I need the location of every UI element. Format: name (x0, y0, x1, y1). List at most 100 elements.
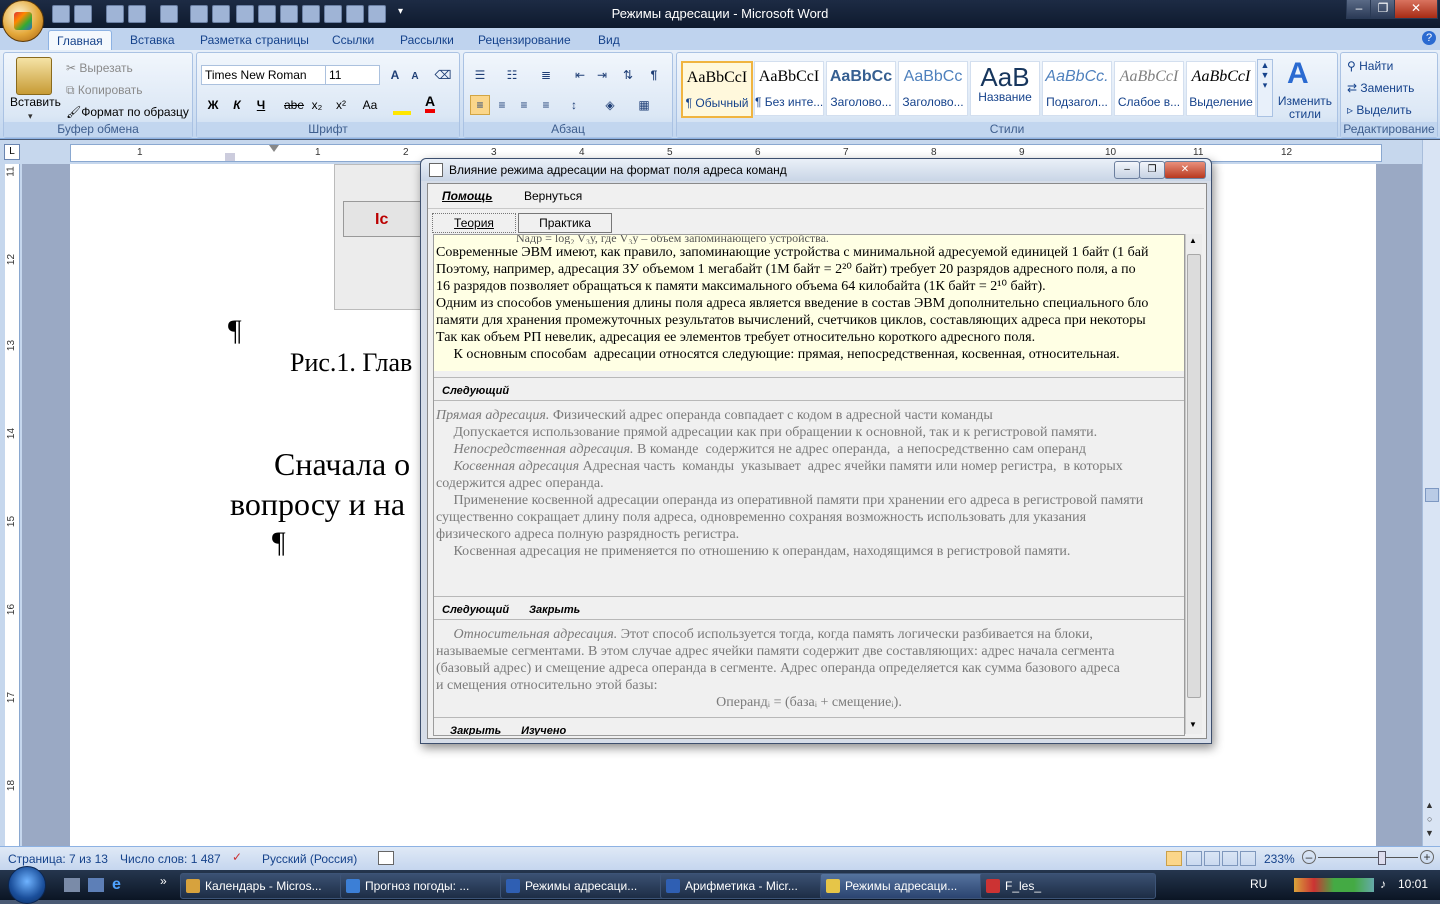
style-title[interactable]: AaB Название (970, 61, 1040, 116)
language-indicator[interactable]: Русский (Россия) (262, 852, 357, 866)
taskbar-item[interactable]: Прогноз погоды: ... (340, 873, 516, 899)
align-right-icon[interactable]: ≡ (514, 95, 534, 115)
zoom-slider-thumb[interactable] (1378, 851, 1386, 865)
taskbar-item[interactable]: F_les_ (980, 873, 1156, 899)
highlight-icon[interactable] (393, 97, 411, 115)
scroll-up-icon[interactable]: ▲ (1189, 236, 1197, 245)
style-emphasis[interactable]: AaBbCcI Выделение (1186, 61, 1256, 116)
taskbar-item-active[interactable]: Режимы адресаци... (820, 873, 996, 899)
font-size-combo[interactable]: 11 (325, 65, 380, 85)
prev-page-icon[interactable]: ▲ (1425, 800, 1434, 810)
qat-dropdown-icon[interactable]: ▾ (398, 6, 403, 17)
numbering-icon[interactable]: ☷ (502, 65, 522, 85)
tab-mailings[interactable]: Рассылки (392, 30, 462, 50)
borders-icon[interactable]: ▦ (634, 95, 654, 115)
symbol-icon[interactable] (160, 5, 178, 23)
abc-icon[interactable] (368, 5, 386, 23)
redo-icon[interactable] (106, 5, 124, 23)
tab-home[interactable]: Главная (48, 30, 112, 51)
grow-font-button[interactable]: A (385, 65, 405, 85)
taskbar-item[interactable]: Календарь - Micros... (180, 873, 356, 899)
tray-icons[interactable] (1294, 878, 1374, 892)
style-heading1[interactable]: AaBbCc Заголово... (826, 61, 896, 116)
underline-button[interactable]: Ч (251, 95, 271, 115)
picture-icon[interactable] (280, 5, 298, 23)
page-indicator[interactable]: Страница: 7 из 13 (8, 852, 108, 866)
close-link[interactable]: Закрыть (450, 723, 501, 735)
replace-button[interactable]: ⇄ Заменить (1347, 81, 1414, 95)
strikethrough-button[interactable]: abe (283, 95, 304, 115)
tab-practice[interactable]: Практика (518, 213, 612, 233)
undo-icon[interactable] (74, 5, 92, 23)
change-styles-button[interactable]: Изменить стили (1275, 95, 1335, 121)
dialog-close-button[interactable]: ✕ (1164, 161, 1206, 179)
menu-back[interactable]: Вернуться (524, 189, 582, 203)
left-indent-marker[interactable] (225, 153, 235, 161)
styles-scroll[interactable]: ▲ ▼ ▾ (1257, 59, 1273, 117)
content-scrollbar[interactable]: ▲ ▼ (1185, 234, 1202, 734)
dialog-minimize-button[interactable]: – (1114, 161, 1140, 179)
outline-icon[interactable] (1222, 851, 1238, 866)
pilcrow-button[interactable]: ¶ (644, 65, 664, 85)
zoom-out-icon[interactable]: – (1302, 850, 1316, 864)
close-button[interactable]: ✕ (1394, 0, 1438, 19)
format-icon[interactable] (128, 5, 146, 23)
web-layout-icon[interactable] (1204, 851, 1220, 866)
shape-icon[interactable] (236, 5, 254, 23)
tab-selector-icon[interactable]: L (4, 144, 20, 160)
paste-button[interactable]: Вставить (10, 95, 61, 109)
tab-review[interactable]: Рецензирование (470, 30, 579, 50)
align-icon[interactable] (258, 5, 276, 23)
italic-button[interactable]: К (227, 95, 247, 115)
find-button[interactable]: ⚲ Найти (1347, 59, 1393, 73)
full-screen-reading-icon[interactable] (1186, 851, 1202, 866)
subscript-button[interactable]: x₂ (307, 95, 327, 115)
zoom-in-icon[interactable]: + (1420, 850, 1434, 864)
style-subtle-emphasis[interactable]: AaBbCcI Слабое в... (1114, 61, 1184, 116)
copy-button[interactable]: ⧉ Копировать (66, 83, 143, 98)
bold-button[interactable]: Ж (203, 95, 223, 115)
line-spacing-icon[interactable]: ↕ (564, 95, 584, 115)
scroll-down-icon[interactable]: ▼ (1189, 720, 1197, 729)
input-language[interactable]: RU (1250, 877, 1267, 891)
change-case-button[interactable]: Aa (357, 95, 383, 115)
dialog-maximize-button[interactable]: ❐ (1139, 161, 1165, 179)
switch-windows-icon[interactable] (88, 878, 104, 892)
tab-references[interactable]: Ссылки (324, 30, 382, 50)
cut-button[interactable]: ✂ Вырезать (66, 61, 133, 75)
superscript-button[interactable]: x² (331, 95, 351, 115)
fx-icon[interactable] (324, 5, 342, 23)
scroll-thumb[interactable] (1425, 488, 1439, 502)
clear-format-icon[interactable]: ⌫ (433, 65, 453, 85)
sort-icon[interactable]: ⇅ (618, 65, 638, 85)
clock[interactable]: 10:01 (1398, 877, 1428, 891)
volume-icon[interactable]: ♪ (1380, 877, 1386, 891)
formula-icon[interactable] (302, 5, 320, 23)
format-painter-button[interactable]: 🖌Формат по образцу (66, 105, 189, 119)
next-link[interactable]: Следующий (442, 383, 509, 400)
proofing-icon[interactable]: ✓ (232, 850, 242, 864)
decrease-indent-icon[interactable]: ⇤ (570, 65, 590, 85)
tab-view[interactable]: Вид (590, 30, 628, 50)
save-icon[interactable] (52, 5, 70, 23)
font-color-icon[interactable]: A (425, 93, 436, 113)
browse-object-icon[interactable]: ○ (1427, 814, 1432, 824)
style-normal[interactable]: AaBbCcI ¶ Обычный (681, 61, 753, 118)
change-styles-icon[interactable]: A (1287, 57, 1309, 91)
align-left-icon[interactable]: ≡ (470, 95, 490, 115)
draft-icon[interactable] (1240, 851, 1256, 866)
print-layout-icon[interactable] (1166, 851, 1182, 866)
menu-help[interactable]: Помощь (442, 189, 493, 203)
show-desktop-icon[interactable] (64, 878, 80, 892)
increase-indent-icon[interactable]: ⇥ (592, 65, 612, 85)
draw-table-icon[interactable] (212, 5, 230, 23)
zoom-level[interactable]: 233% (1264, 852, 1295, 866)
bullets-icon[interactable]: ☰ (470, 65, 490, 85)
table-icon[interactable] (190, 5, 208, 23)
tab-insert[interactable]: Вставка (122, 30, 183, 50)
close-link[interactable]: Закрыть (529, 602, 580, 619)
document-scrollbar[interactable]: ▲ ○ ▼ (1422, 140, 1440, 846)
word-count[interactable]: Число слов: 1 487 (120, 852, 221, 866)
tab-theory[interactable]: Теория (432, 213, 516, 233)
font-name-combo[interactable]: Times New Roman (201, 65, 326, 85)
